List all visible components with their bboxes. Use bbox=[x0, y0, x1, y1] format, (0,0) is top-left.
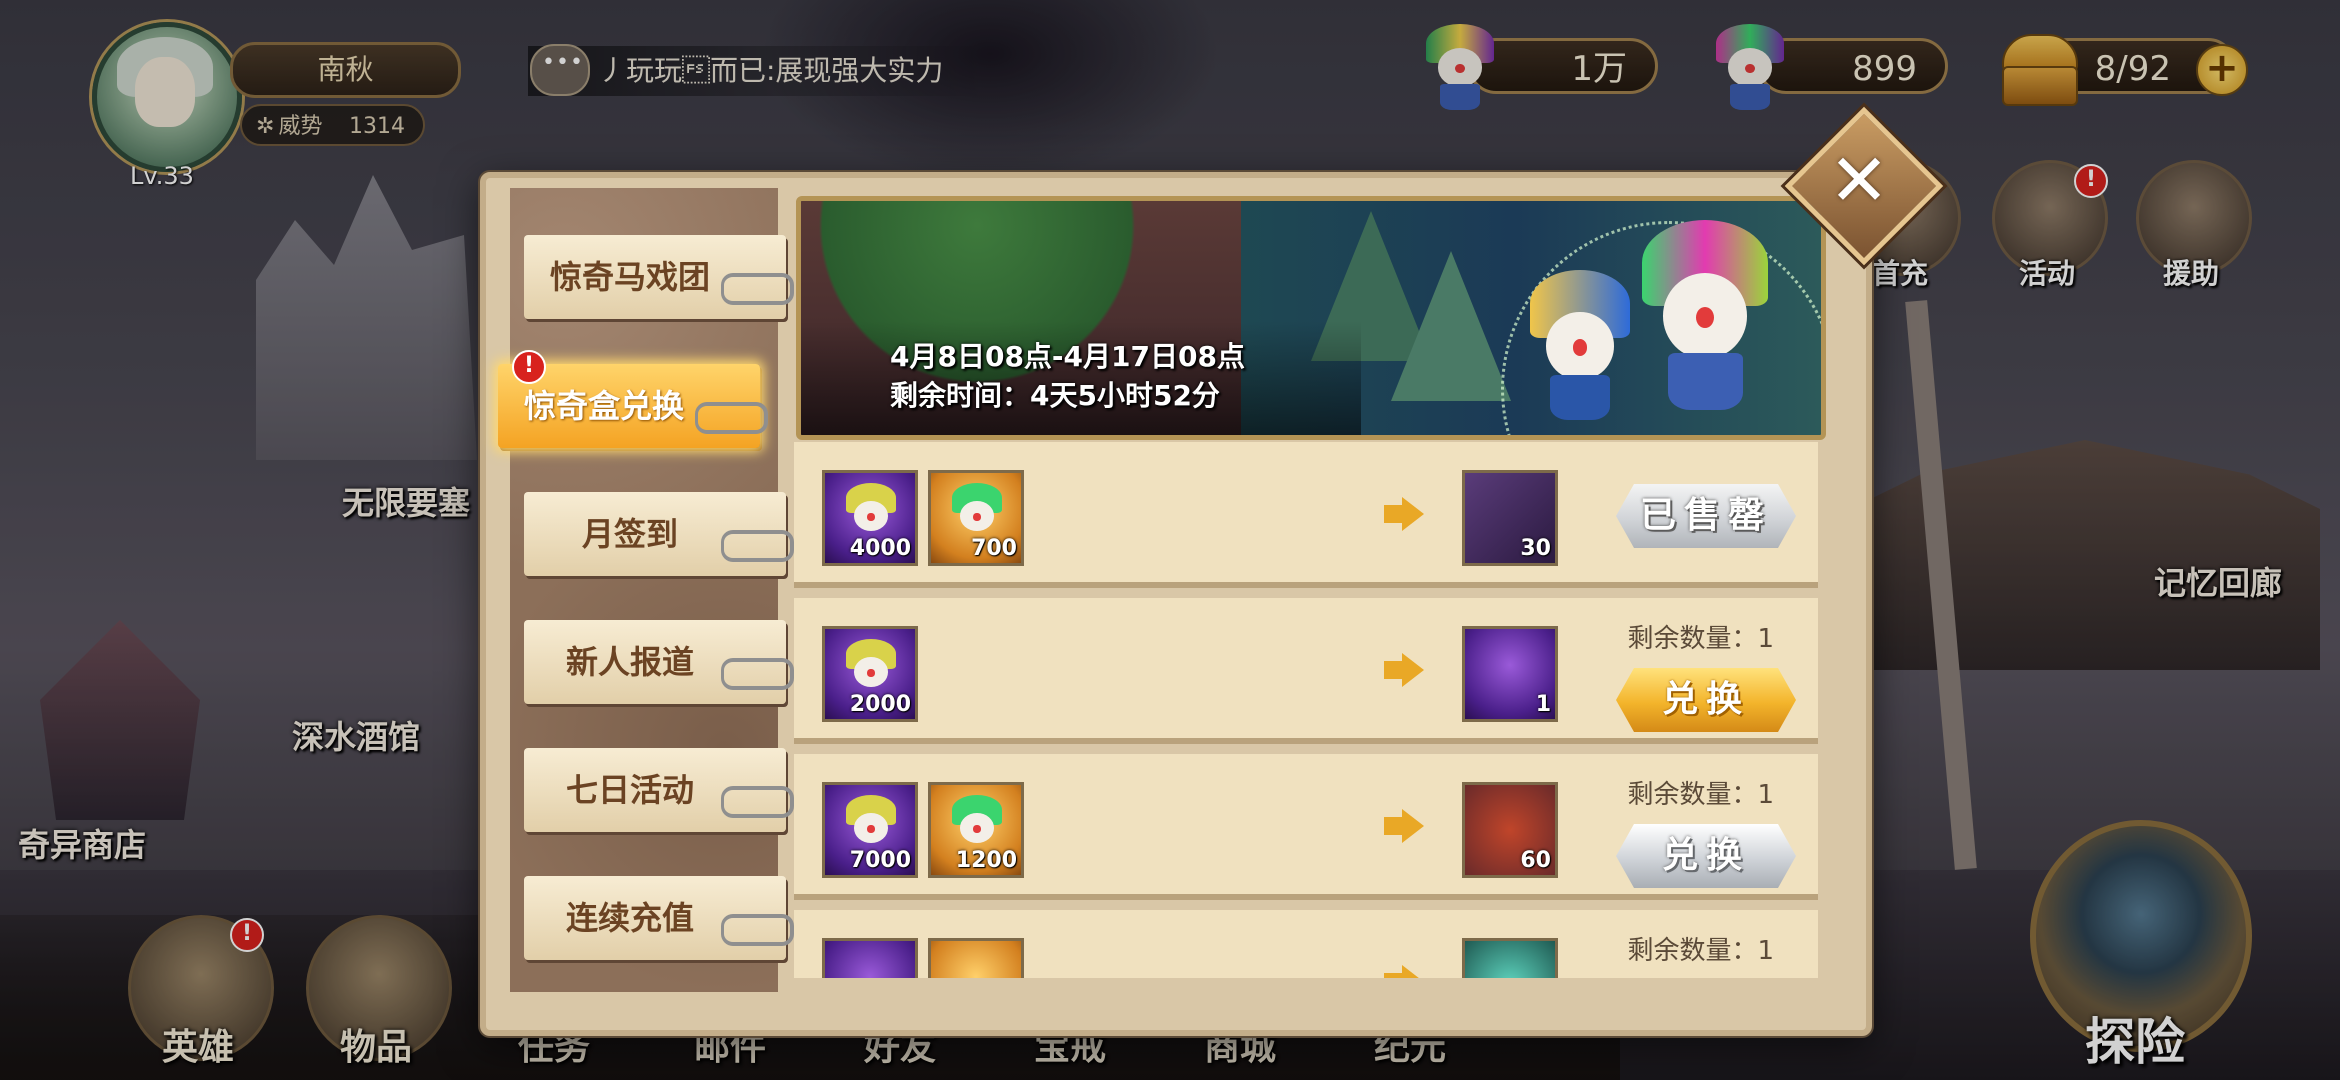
cost-item-orange-clown[interactable] bbox=[928, 938, 1024, 978]
event-dates: 4月8日08点-4月17日08点 bbox=[890, 340, 1245, 373]
remaining-quantity: 剩余数量：1 bbox=[1627, 936, 1774, 966]
paperclip-icon bbox=[721, 786, 794, 818]
exchange-list[interactable]: 4000 700 30 已售罄 2000 1 剩余数量：1 兑换 7000 12… bbox=[794, 442, 1818, 978]
cost-qty: 1200 bbox=[955, 848, 1017, 873]
tab-monthly-checkin[interactable]: 月签到 bbox=[524, 492, 794, 576]
cost-qty: 7000 bbox=[849, 848, 911, 873]
cost-item-purple-clown[interactable]: 7000 bbox=[822, 782, 918, 878]
clown-mascots-art bbox=[1510, 210, 1800, 430]
arrow-right-icon bbox=[1384, 653, 1424, 687]
paperclip-icon bbox=[721, 530, 794, 562]
cost-qty: 4000 bbox=[849, 536, 911, 561]
cost-item-orange-clown[interactable]: 1200 bbox=[928, 782, 1024, 878]
remaining-quantity: 剩余数量：1 bbox=[1627, 624, 1774, 654]
tab-monthly-label: 月签到 bbox=[581, 515, 678, 553]
cost-item-purple-clown[interactable]: 4000 bbox=[822, 470, 918, 566]
tab-seven-day[interactable]: 七日活动 bbox=[524, 748, 794, 832]
cost-item-purple-clown[interactable] bbox=[822, 938, 918, 978]
arrow-right-icon bbox=[1384, 497, 1424, 531]
sold-out-button[interactable]: 已售罄 bbox=[1616, 484, 1796, 548]
exchange-row: 4000 700 30 已售罄 bbox=[794, 442, 1818, 588]
tab-recharge-label: 连续充值 bbox=[565, 899, 694, 937]
tab-surprise-box-label: 惊奇盒兑换 bbox=[523, 387, 684, 425]
close-icon[interactable]: ✕ bbox=[1808, 130, 1910, 232]
reward-dragon-item[interactable]: 60 bbox=[1462, 782, 1558, 878]
exchange-row: 剩余数量：1 bbox=[794, 910, 1818, 978]
tab-circus[interactable]: 惊奇马戏团 bbox=[524, 235, 794, 319]
tab-continuous-recharge[interactable]: 连续充值 bbox=[524, 876, 794, 960]
tab-newcomer-label: 新人报道 bbox=[565, 643, 694, 681]
reward-card-item[interactable]: 30 bbox=[1462, 470, 1558, 566]
tab-newcomer[interactable]: 新人报道 bbox=[524, 620, 794, 704]
event-remaining-time: 剩余时间：4天5小时52分 bbox=[890, 379, 1220, 412]
exchange-row: 2000 1 剩余数量：1 兑换 bbox=[794, 598, 1818, 744]
exchange-row: 7000 1200 60 剩余数量：1 兑换 bbox=[794, 754, 1818, 900]
reward-qty: 60 bbox=[1520, 848, 1551, 873]
paperclip-icon bbox=[721, 914, 794, 946]
exchange-button[interactable]: 兑换 bbox=[1616, 668, 1796, 732]
tab-circus-label: 惊奇马戏团 bbox=[549, 258, 710, 296]
cost-qty: 2000 bbox=[849, 692, 911, 717]
tab-seven-day-label: 七日活动 bbox=[565, 771, 694, 809]
tab-alert-icon: ! bbox=[512, 350, 546, 384]
arrow-right-icon bbox=[1384, 809, 1424, 843]
exchange-button[interactable]: 兑换 bbox=[1616, 824, 1796, 888]
remaining-quantity: 剩余数量：1 bbox=[1627, 780, 1774, 810]
reward-qty: 1 bbox=[1535, 692, 1551, 717]
reward-orb-item[interactable] bbox=[1462, 938, 1558, 978]
reward-creature-item[interactable]: 1 bbox=[1462, 626, 1558, 722]
paperclip-icon bbox=[721, 658, 794, 690]
reward-qty: 30 bbox=[1520, 536, 1551, 561]
paperclip-icon bbox=[695, 402, 768, 434]
cost-item-purple-clown[interactable]: 2000 bbox=[822, 626, 918, 722]
cost-qty: 700 bbox=[971, 536, 1017, 561]
paperclip-icon bbox=[721, 273, 794, 305]
cost-item-orange-clown[interactable]: 700 bbox=[928, 470, 1024, 566]
christmas-tree-art bbox=[1391, 251, 1511, 401]
arrow-right-icon bbox=[1384, 965, 1424, 978]
